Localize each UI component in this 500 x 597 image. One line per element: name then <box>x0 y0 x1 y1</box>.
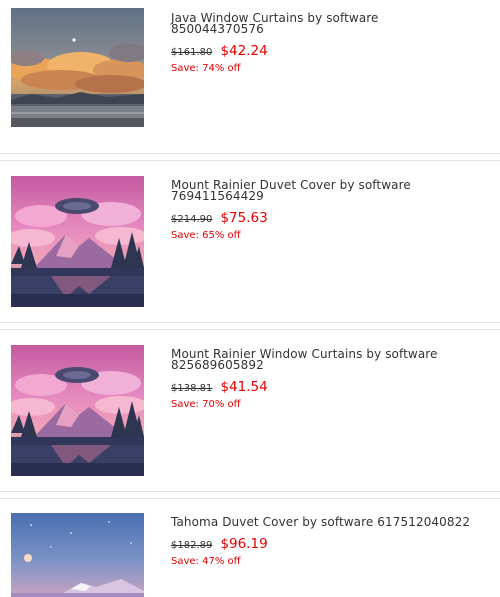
original-price: $182.89 <box>171 540 213 551</box>
original-price: $161.80 <box>171 47 213 58</box>
price-row: $182.89 $96.19 <box>171 533 471 552</box>
discount-label: Save: 65% off <box>171 230 241 241</box>
price-row: $214.90 $75.63 <box>171 207 471 226</box>
discount-label: Save: 47% off <box>171 556 241 567</box>
sale-price: $41.54 <box>220 379 268 395</box>
product-title[interactable]: Tahoma Duvet Cover by software 617512040… <box>171 516 471 528</box>
original-price: $138.81 <box>171 383 213 394</box>
sale-price: $75.63 <box>220 210 268 226</box>
product-image[interactable] <box>11 345 144 476</box>
discount-label: Save: 74% off <box>171 63 241 74</box>
item-divider <box>0 322 500 330</box>
price-row: $161.80 $42.24 <box>171 40 471 59</box>
original-price: $214.90 <box>171 214 213 225</box>
sale-price: $42.24 <box>220 43 268 59</box>
product-title[interactable]: Mount Rainier Window Curtains by softwar… <box>171 348 471 371</box>
product-title[interactable]: Java Window Curtains by software 8500443… <box>171 12 471 35</box>
price-row: $138.81 $41.54 <box>171 376 471 395</box>
discount-label: Save: 70% off <box>171 399 241 410</box>
product-title[interactable]: Mount Rainier Duvet Cover by software 76… <box>171 179 471 202</box>
product-image[interactable] <box>11 513 144 597</box>
sale-price: $96.19 <box>220 536 268 552</box>
product-image[interactable] <box>11 8 144 127</box>
item-divider <box>0 491 500 499</box>
product-image[interactable] <box>11 176 144 307</box>
item-divider <box>0 153 500 161</box>
